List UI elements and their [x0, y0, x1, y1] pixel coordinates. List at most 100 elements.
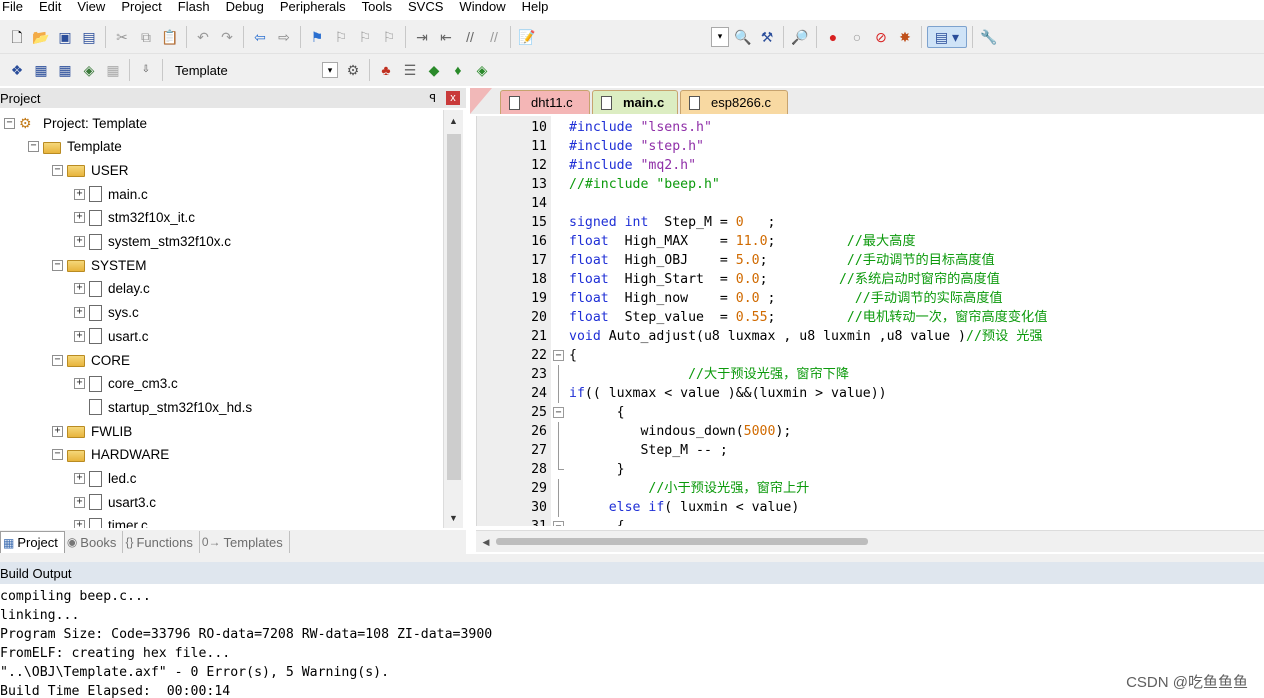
tree-item[interactable]: − ⚙ Project: Template — [4, 112, 147, 134]
tree-item[interactable]: + led.c — [74, 468, 137, 490]
open-file-icon[interactable]: 📂 — [30, 26, 52, 48]
panel-splitter[interactable] — [0, 554, 1264, 562]
redo-icon[interactable]: ↷ — [216, 26, 238, 48]
tab-dht11[interactable]: dht11.c — [500, 90, 590, 114]
scroll-down-icon[interactable]: ▼ — [445, 509, 462, 526]
collapse-icon[interactable]: − — [52, 164, 63, 176]
menu-tools[interactable]: Tools — [354, 0, 400, 18]
menu-edit[interactable]: Edit — [31, 0, 69, 18]
tree-item[interactable]: − USER — [52, 159, 129, 181]
tree-item[interactable]: + FWLIB — [52, 420, 132, 442]
save-all-icon[interactable]: ▤ — [78, 26, 100, 48]
debug-session-icon[interactable]: 🔎 — [789, 26, 811, 48]
paste-icon[interactable]: 📋 — [159, 26, 181, 48]
next-bookmark-icon[interactable]: ⚐ — [354, 26, 376, 48]
expand-icon[interactable]: + — [74, 307, 85, 319]
disable-all-breakpoints-icon[interactable]: ⊘ — [870, 26, 892, 48]
pack-installer-icon[interactable]: ◈ — [471, 59, 493, 81]
chevron-down-icon[interactable]: ▾ — [322, 62, 338, 78]
tab-templates[interactable]: 0→ Templates — [200, 531, 290, 553]
find-icon[interactable]: 🔍 — [732, 26, 754, 48]
configure-icon[interactable]: 🔧 — [978, 26, 1000, 48]
tree-item[interactable]: + usart.c — [74, 325, 149, 347]
tree-item[interactable]: + stm32f10x_it.c — [74, 207, 195, 229]
fold-toggle-icon[interactable]: − — [553, 521, 564, 526]
copy-icon[interactable]: ⧉ — [135, 26, 157, 48]
expand-icon[interactable]: + — [74, 330, 85, 342]
window-layout-icon[interactable]: ▤ ▾ — [927, 25, 967, 48]
tree-item[interactable]: + usart3.c — [74, 491, 156, 513]
expand-icon[interactable]: + — [74, 188, 85, 200]
menu-svcs[interactable]: SVCS — [400, 0, 451, 18]
menu-window[interactable]: Window — [451, 0, 513, 18]
find-in-files-icon[interactable]: 📝 — [516, 26, 538, 48]
expand-icon[interactable]: + — [74, 496, 85, 508]
collapse-icon[interactable]: − — [52, 449, 63, 461]
tree-item[interactable]: − SYSTEM — [52, 254, 147, 276]
kill-breakpoints-icon[interactable]: ✸ — [894, 26, 916, 48]
file-extensions-icon[interactable]: ☰ — [399, 59, 421, 81]
save-icon[interactable]: ▣ — [54, 26, 76, 48]
breakpoint-icon[interactable]: ● — [822, 26, 844, 48]
tree-item[interactable]: − HARDWARE — [52, 444, 169, 466]
tab-books[interactable]: ◉ Books — [65, 531, 124, 553]
scroll-left-icon[interactable]: ◀ — [478, 534, 494, 550]
clear-bookmarks-icon[interactable]: ⚐ — [378, 26, 400, 48]
run-time-environment-icon[interactable]: ♦ — [447, 59, 469, 81]
indent-icon[interactable]: ⇥ — [411, 26, 433, 48]
expand-icon[interactable]: + — [74, 473, 85, 484]
build-output-console[interactable]: compiling beep.c... linking... Program Siz… — [0, 586, 1264, 698]
tab-main[interactable]: main.c — [592, 90, 678, 114]
close-icon[interactable]: x — [446, 91, 460, 105]
project-tree-scrollbar[interactable]: ▲ ▼ — [443, 110, 463, 528]
tab-esp8266[interactable]: esp8266.c — [680, 90, 788, 114]
collapse-icon[interactable]: − — [52, 354, 63, 366]
disable-breakpoint-icon[interactable]: ○ — [846, 26, 868, 48]
code-editor[interactable]: 10 #include "lsens.h" 11 #include "step.h" 1… — [476, 116, 1264, 526]
scrollbar-thumb[interactable] — [447, 134, 461, 480]
unindent-icon[interactable]: ⇤ — [435, 26, 457, 48]
tree-item[interactable]: + sys.c — [74, 302, 139, 324]
tree-item[interactable]: + system_stm32f10x.c — [74, 231, 231, 253]
incremental-find-icon[interactable]: ⚒ — [756, 26, 778, 48]
batch-build-icon[interactable]: ◈ — [78, 59, 100, 81]
translate-icon[interactable]: ❖ — [6, 59, 28, 81]
target-options-icon[interactable]: ⚙ — [342, 59, 364, 81]
tree-item[interactable]: + timer.c — [74, 515, 148, 528]
expand-icon[interactable]: + — [52, 425, 63, 437]
menu-debug[interactable]: Debug — [218, 0, 272, 18]
scrollbar-thumb[interactable] — [496, 538, 868, 545]
tree-item[interactable]: − Template — [28, 136, 122, 158]
tree-item[interactable]: + main.c — [74, 183, 148, 205]
bookmark-icon[interactable]: ⚑ — [306, 26, 328, 48]
uncomment-icon[interactable]: // — [483, 26, 505, 48]
fold-toggle-icon[interactable]: − — [553, 407, 564, 418]
target-select[interactable]: Template ▾ — [169, 59, 341, 81]
navigate-forward-icon[interactable]: ⇨ — [273, 26, 295, 48]
menu-peripherals[interactable]: Peripherals — [272, 0, 354, 18]
prev-bookmark-icon[interactable]: ⚐ — [330, 26, 352, 48]
navigate-back-icon[interactable]: ⇦ — [249, 26, 271, 48]
expand-icon[interactable]: + — [74, 283, 85, 295]
menu-project[interactable]: Project — [113, 0, 169, 18]
comment-icon[interactable]: // — [459, 26, 481, 48]
tree-item[interactable]: startup_stm32f10x_hd.s — [74, 396, 252, 418]
download-icon[interactable]: ⇩ — [135, 59, 157, 81]
menu-flash[interactable]: Flash — [170, 0, 218, 18]
build-icon[interactable]: ▦ — [30, 59, 52, 81]
scroll-up-icon[interactable]: ▲ — [445, 112, 462, 129]
editor-horizontal-scrollbar[interactable]: ◀ — [476, 530, 1264, 552]
tree-item[interactable]: − CORE — [52, 349, 130, 371]
expand-icon[interactable]: + — [74, 236, 85, 247]
fold-toggle-icon[interactable]: − — [553, 350, 564, 361]
tab-project[interactable]: ▦ Project — [0, 531, 65, 553]
cut-icon[interactable]: ✂ — [111, 26, 133, 48]
menu-view[interactable]: View — [69, 0, 113, 18]
collapse-icon[interactable]: − — [28, 141, 39, 153]
stop-build-icon[interactable]: ▦ — [102, 59, 124, 81]
expand-icon[interactable]: + — [74, 520, 85, 528]
select-packs-icon[interactable]: ◆ — [423, 59, 445, 81]
find-dropdown-icon[interactable]: ▾ — [711, 26, 729, 47]
menu-help[interactable]: Help — [514, 0, 557, 18]
tree-item[interactable]: + delay.c — [74, 278, 150, 300]
